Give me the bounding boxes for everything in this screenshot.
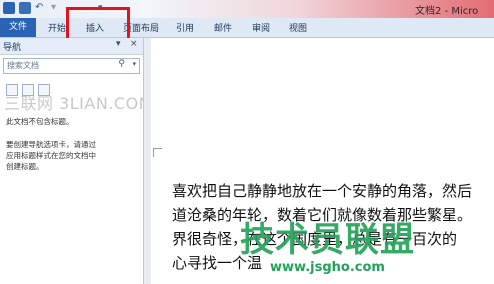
file-tab[interactable]: 文件: [0, 18, 36, 37]
nav-instruction-line-1: 要创建导航选项卡，请通过: [6, 140, 96, 149]
tab-view[interactable]: 视图: [289, 21, 307, 34]
document-line: 喜欢把自己静静地放在一个安静的角落，然后: [172, 182, 473, 200]
nav-pane-header: 导航 ▾ ×: [0, 38, 143, 55]
word-icon: [3, 2, 15, 14]
nav-pane-title: 导航: [3, 43, 22, 53]
watermark-3lian: 三联网 3LIAN.COM: [4, 94, 153, 113]
search-input[interactable]: 搜索文档 ⚲ ▾: [3, 58, 140, 74]
tab-review[interactable]: 审阅: [252, 21, 270, 34]
nav-instruction-line-3: 创建标题。: [6, 162, 44, 171]
watermark-url: www.jsgho.com: [270, 260, 385, 275]
margin-corner-mark: [153, 148, 162, 157]
tab-home[interactable]: 开始: [48, 21, 66, 34]
tab-references[interactable]: 引用: [176, 21, 194, 34]
search-placeholder: 搜索文档: [7, 61, 39, 70]
search-icon[interactable]: ⚲: [118, 59, 125, 69]
tab-mailings[interactable]: 邮件: [214, 21, 232, 34]
navigation-pane: 导航 ▾ × 搜索文档 ⚲ ▾ 三联网 3LIAN.COM 此文档不包含标题。 …: [0, 38, 152, 284]
save-icon[interactable]: [19, 2, 31, 14]
watermark-brand: 技术员联盟: [240, 220, 415, 260]
chevron-down-icon[interactable]: ▾: [132, 60, 136, 68]
nav-instruction-line-2: 应用标题样式在您的文档中: [6, 151, 96, 160]
nav-empty-message: 此文档不包含标题。: [6, 117, 74, 126]
window-title: 文档2 - Micro: [415, 6, 479, 17]
redo-icon[interactable]: ▾: [51, 2, 63, 14]
undo-icon[interactable]: ↶: [35, 2, 47, 14]
close-icon[interactable]: ×: [130, 39, 138, 49]
nav-pane-menu-icon[interactable]: ▾: [116, 39, 121, 49]
